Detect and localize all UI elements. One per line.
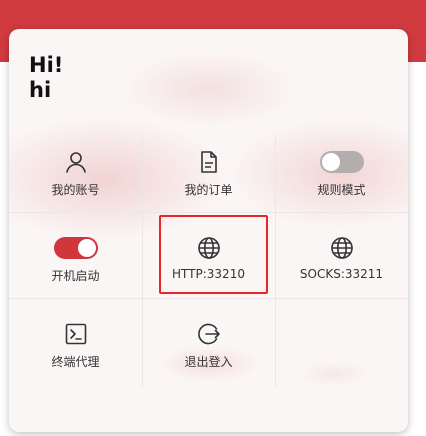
- rule-mode-toggle[interactable]: [319, 151, 364, 173]
- menu-item-orders[interactable]: 我的订单: [142, 135, 275, 219]
- auto-start-toggle[interactable]: [53, 237, 98, 259]
- menu-item-label: 我的账号: [51, 183, 100, 197]
- menu-item-socks[interactable]: SOCKS:33211: [275, 221, 408, 305]
- toggle-knob: [77, 239, 96, 257]
- menu-item-label: 终端代理: [51, 355, 100, 369]
- menu-item-label: 退出登入: [184, 355, 233, 369]
- menu-item-rule-mode[interactable]: 规则模式: [275, 135, 408, 219]
- document-icon: [196, 149, 222, 175]
- logout-icon: [196, 321, 222, 347]
- menu-item-label: 规则模式: [317, 183, 366, 197]
- menu-item-account[interactable]: 我的账号: [9, 135, 142, 219]
- selection-highlight: [159, 215, 268, 294]
- menu-item-logout[interactable]: 退出登入: [142, 307, 275, 391]
- menu-item-label: 我的订单: [184, 183, 233, 197]
- greeting-username: hi: [29, 78, 52, 102]
- menu-item-label: SOCKS:33211: [299, 267, 384, 281]
- greeting-title: Hi!: [29, 53, 64, 77]
- menu-item-terminal-proxy[interactable]: 终端代理: [9, 307, 142, 391]
- greeting: Hi! hi: [29, 53, 63, 103]
- globe-icon: [329, 235, 355, 261]
- terminal-icon: [63, 321, 89, 347]
- menu-item-label: 开机启动: [51, 269, 100, 283]
- user-icon: [63, 149, 89, 175]
- toggle-knob: [321, 153, 340, 171]
- menu-item-auto-start[interactable]: 开机启动: [9, 221, 142, 305]
